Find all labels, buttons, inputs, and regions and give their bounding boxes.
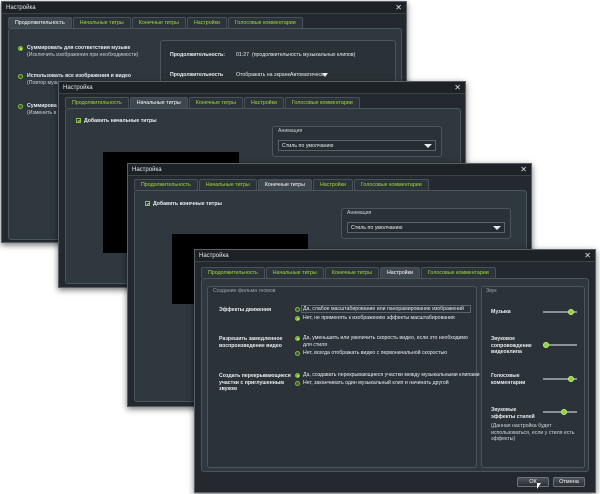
motion-yes-focus [301, 305, 471, 313]
cursor-icon [537, 483, 541, 489]
animation-style-value: Стиль по умолчанию [351, 225, 403, 231]
animation-style-select[interactable]: Стиль по умолчанию [278, 140, 436, 151]
ok-button[interactable]: ОК [517, 477, 549, 487]
slowmo-no-label: Нет, всегда отображать видео с первонача… [303, 350, 448, 356]
window-title: Настройка [195, 250, 595, 262]
animation-label: Анимация [347, 210, 372, 216]
option-fit-music-sub: (Исключить изображения при необходимости… [27, 52, 139, 58]
tab-settings[interactable]: Настройки [312, 179, 353, 190]
voice-volume-label: Голосовые комментарии [491, 373, 526, 386]
music-volume-label: Музыка [491, 309, 511, 315]
option-summarize-title: Суммирова [27, 103, 57, 109]
style-fx-track[interactable] [543, 411, 577, 413]
overlap-title: Создать перекрывающиеся участки с приглу… [219, 373, 291, 392]
tab-closing-titles[interactable]: Конечные титры [131, 17, 186, 28]
close-icon[interactable]: ✕ [395, 2, 402, 14]
slowmo-yes-radio[interactable] [295, 336, 300, 341]
close-icon[interactable]: ✕ [520, 164, 527, 176]
music-volume-knob[interactable] [568, 309, 574, 315]
tab-voice-comments[interactable]: Голосовые комментарии [420, 267, 496, 278]
tab-settings[interactable]: Настройки [379, 267, 420, 278]
animation-style-select[interactable]: Стиль по умолчанию [347, 222, 505, 233]
video-audio-knob[interactable] [543, 342, 549, 348]
window-title: Настройка [128, 164, 531, 176]
style-fx-label: Звуковые эффекты стилей [491, 407, 535, 420]
add-opening-titles-label: Добавить начальные титры [84, 118, 157, 124]
video-audio-label: Звуковое сопровождение видеоклипа [491, 336, 532, 355]
animation-style-value: Стиль по умолчанию [282, 143, 334, 149]
close-icon[interactable]: ✕ [584, 250, 591, 262]
slowmo-title-1: Разрешить замедленное воспроизведение ви… [219, 336, 283, 349]
tab-bar: Продолжительность Начальные титры Конечн… [65, 97, 361, 108]
row2-label: Продолжительность [170, 72, 224, 78]
tab-duration[interactable]: Продолжительность [134, 179, 198, 190]
cancel-button[interactable]: Отмена [553, 477, 585, 487]
row2-value: Отображать на экране [236, 72, 291, 78]
option-fit-music-radio[interactable] [18, 46, 23, 51]
add-closing-titles-label: Добавить конечные титры [153, 201, 222, 207]
close-icon[interactable]: ✕ [454, 82, 461, 94]
option-use-all-radio[interactable] [18, 74, 23, 79]
duration-label: Продолжительность: [170, 52, 225, 58]
voice-volume-knob[interactable] [568, 376, 574, 382]
tab-opening-titles[interactable]: Начальные титры [265, 267, 324, 278]
tab-bar: Продолжительность Начальные титры Конечн… [134, 179, 430, 190]
settings-window-settings: Настройка ✕ Продолжительность Начальные … [194, 249, 596, 493]
overlap-no-radio[interactable] [295, 381, 300, 386]
slowmo-yes-label: Да, уменьшить или увеличить скорость вид… [303, 335, 468, 348]
animation-label: Анимация [278, 128, 303, 134]
tab-settings[interactable]: Настройки [243, 97, 284, 108]
window-title: Настройка [2, 2, 406, 14]
overlap-no-label: Нет, заканчивать один музыкальный клип и… [303, 380, 449, 386]
row2-combo[interactable]: Автоматически [290, 72, 326, 79]
chevron-down-icon[interactable] [322, 73, 328, 77]
tab-voice-comments[interactable]: Голосовые комментарии [284, 97, 360, 108]
option-use-all-title: Использовать все изображения и видео [27, 73, 132, 79]
tab-opening-titles[interactable]: Начальные титры [129, 97, 188, 108]
tab-closing-titles[interactable]: Конечные титры [188, 97, 243, 108]
tab-bar: Продолжительность Начальные титры Конечн… [201, 267, 497, 278]
motion-no-radio[interactable] [295, 316, 300, 321]
duration-value: 01:27 [236, 52, 249, 58]
duration-note: (продолжительность музыкальных клипов) [252, 52, 356, 58]
chevron-down-icon [424, 144, 432, 148]
option-fit-music-title: Суммировать для соответствия музыке [27, 45, 131, 51]
option-summarize-radio[interactable] [18, 104, 23, 109]
add-closing-titles-checkbox[interactable] [145, 201, 150, 206]
tab-voice-comments[interactable]: Голосовые комментарии [227, 17, 303, 28]
tab-settings[interactable]: Настройки [186, 17, 227, 28]
section-left-label: Создание фильма гномов [213, 288, 276, 294]
slowmo-no-radio[interactable] [295, 351, 300, 356]
chevron-down-icon [493, 226, 501, 230]
motion-no-label: Нет, не применять к изображению эффекты … [303, 315, 455, 321]
motion-yes-radio[interactable] [295, 307, 300, 312]
tab-duration[interactable]: Продолжительность [8, 17, 72, 28]
option-summarize-sub: (Изменить в с [27, 110, 61, 116]
add-opening-titles-checkbox[interactable] [76, 118, 81, 123]
tab-closing-titles[interactable]: Конечные титры [257, 179, 312, 190]
tab-bar: Продолжительность Начальные титры Конечн… [8, 17, 304, 28]
tab-opening-titles[interactable]: Начальные титры [198, 179, 257, 190]
style-fx-knob[interactable] [561, 409, 567, 415]
tab-duration[interactable]: Продолжительность [65, 97, 129, 108]
overlap-yes-radio[interactable] [295, 373, 300, 378]
style-fx-note: (Данная настройка будет использоваться, … [491, 423, 575, 442]
window-title: Настройка [59, 82, 465, 94]
tab-opening-titles[interactable]: Начальные титры [72, 17, 131, 28]
tab-closing-titles[interactable]: Конечные титры [324, 267, 379, 278]
overlap-yes-label: Да, создавать перекрывающиеся участки ме… [303, 372, 480, 378]
tab-voice-comments[interactable]: Голосовые комментарии [353, 179, 429, 190]
motion-effects-title: Эффекты движения [219, 307, 272, 313]
tab-duration[interactable]: Продолжительность [201, 267, 265, 278]
section-right-label: Звук [486, 288, 497, 294]
